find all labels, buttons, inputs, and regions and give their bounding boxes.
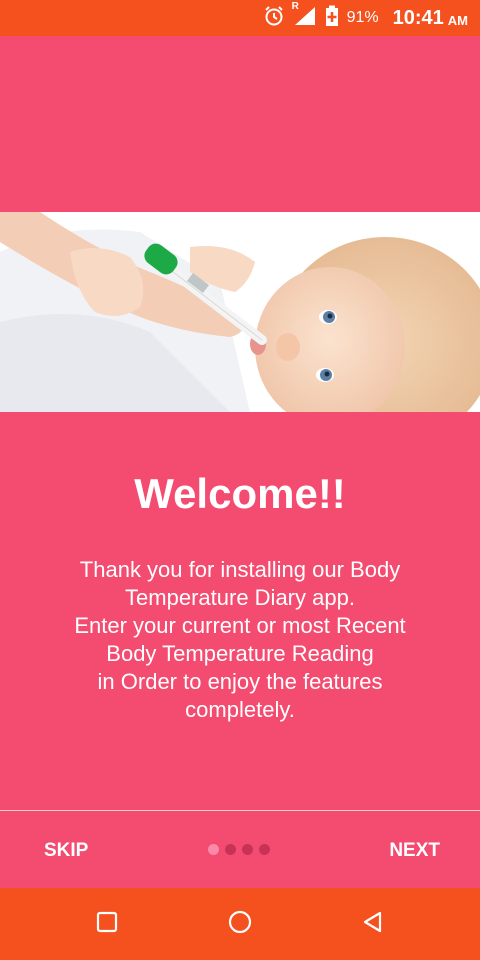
welcome-message: Thank you for installing our Body Temper…: [40, 556, 440, 724]
welcome-line: Thank you for installing our Body: [79, 557, 401, 582]
page-indicator: [208, 844, 276, 855]
welcome-line: Body Temperature Reading: [106, 641, 374, 666]
circle-home-icon: [228, 910, 252, 939]
welcome-line: Enter your current or most Recent: [74, 613, 406, 638]
footer-divider: [0, 810, 480, 811]
welcome-line: completely.: [185, 697, 295, 722]
recents-button[interactable]: [67, 888, 147, 960]
welcome-title: Welcome!!: [134, 470, 346, 517]
clock-ampm: AM: [447, 12, 468, 28]
status-icons: R 91% 10:41 AM: [263, 0, 468, 36]
square-recents-icon: [96, 911, 118, 938]
skip-button[interactable]: SKIP: [44, 840, 88, 862]
page-dot: [225, 844, 236, 855]
page-dot: [259, 844, 270, 855]
home-button[interactable]: [200, 888, 280, 960]
battery-percent: 91%: [346, 9, 379, 26]
hero-image: [0, 212, 480, 447]
roaming-label: R: [291, 0, 299, 12]
battery-charging-icon: [325, 5, 339, 32]
triangle-back-icon: [362, 911, 384, 938]
back-button[interactable]: [333, 888, 413, 960]
page-dot: [242, 844, 253, 855]
signal-icon: R: [292, 1, 317, 32]
status-bar: R 91% 10:41 AM: [0, 0, 480, 36]
page-dot-active: [208, 844, 219, 855]
alarm-icon: [263, 5, 285, 32]
clock-time: 10:41: [392, 6, 444, 29]
welcome-line: Temperature Diary app.: [125, 585, 355, 610]
welcome-line: in Order to enjoy the features: [97, 669, 383, 694]
next-button[interactable]: NEXT: [389, 840, 440, 862]
navigation-bar: [0, 888, 480, 960]
